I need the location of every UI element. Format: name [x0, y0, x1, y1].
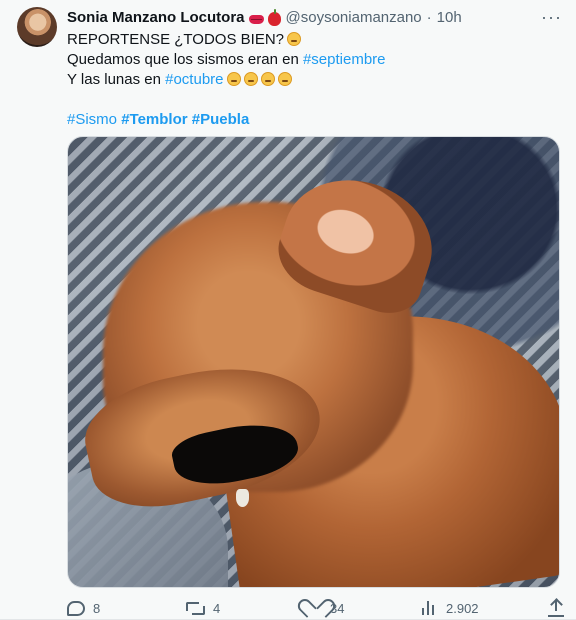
tweet-media-image[interactable]: [67, 136, 560, 588]
tweet-line-3: Y las lunas en #octubre: [67, 70, 557, 90]
author-name[interactable]: Sonia Manzano Locutora: [67, 8, 245, 28]
like-button[interactable]: 34: [304, 600, 419, 616]
persevering-face-emoji-icon: [277, 72, 292, 86]
tweet-line-2-text: Quedamos que los sismos eran en: [67, 51, 303, 68]
hashtag-temblor-link[interactable]: #Temblor: [121, 111, 187, 128]
tired-face-emoji-icon: [243, 72, 258, 86]
worried-face-emoji-icon: [287, 32, 301, 46]
reply-button[interactable]: 8: [67, 600, 127, 616]
metadata-separator: ·: [426, 9, 432, 26]
hashtag-octubre-link[interactable]: #octubre: [165, 71, 223, 88]
retweet-button[interactable]: 4: [186, 601, 304, 616]
tweet-line-3-text: Y las lunas en: [67, 71, 166, 88]
view-count: 2.902: [446, 600, 479, 616]
reply-count: 8: [93, 600, 101, 616]
views-button[interactable]: 2.902: [421, 601, 541, 616]
views-icon: [421, 601, 438, 615]
apple-emoji-icon: [267, 9, 281, 26]
tweet-line-2: Quedamos que los sismos eran en #septiem…: [67, 50, 557, 70]
author-handle[interactable]: @soysoniamanzano: [286, 8, 422, 28]
lips-emoji-icon: [248, 14, 264, 24]
hashtag-sismo-link[interactable]: #Sismo: [67, 111, 117, 128]
hashtag-puebla-link[interactable]: #Puebla: [192, 111, 250, 128]
tweet-actions: 8 4 34 2.902: [67, 598, 564, 618]
reply-icon: [67, 600, 85, 616]
tweet-line-1: REPORTENSE ¿TODOS BIEN?: [67, 30, 557, 50]
retweet-count: 4: [213, 600, 221, 616]
share-icon: [548, 599, 564, 617]
more-options-icon[interactable]: ···: [541, 8, 562, 26]
tweet-card: Sonia Manzano Locutora @soysoniamanzano …: [0, 0, 576, 620]
tweet-time[interactable]: 10h: [437, 8, 462, 28]
hashtag-row: #Sismo #Temblor #Puebla: [67, 110, 557, 130]
retweet-icon: [186, 601, 205, 615]
tweet-header: Sonia Manzano Locutora @soysoniamanzano …: [67, 8, 562, 28]
avatar[interactable]: [17, 7, 57, 47]
share-button[interactable]: [548, 599, 564, 617]
weary-face-emoji-icon: [226, 72, 241, 86]
dog-tooth: [236, 489, 249, 507]
hashtag-septiembre-link[interactable]: #septiembre: [303, 51, 386, 68]
tweet-line-1-text: REPORTENSE ¿TODOS BIEN?: [67, 31, 284, 48]
confounded-face-emoji-icon: [260, 72, 275, 86]
tweet-text: REPORTENSE ¿TODOS BIEN? Quedamos que los…: [67, 30, 557, 130]
heart-icon: [304, 600, 322, 616]
